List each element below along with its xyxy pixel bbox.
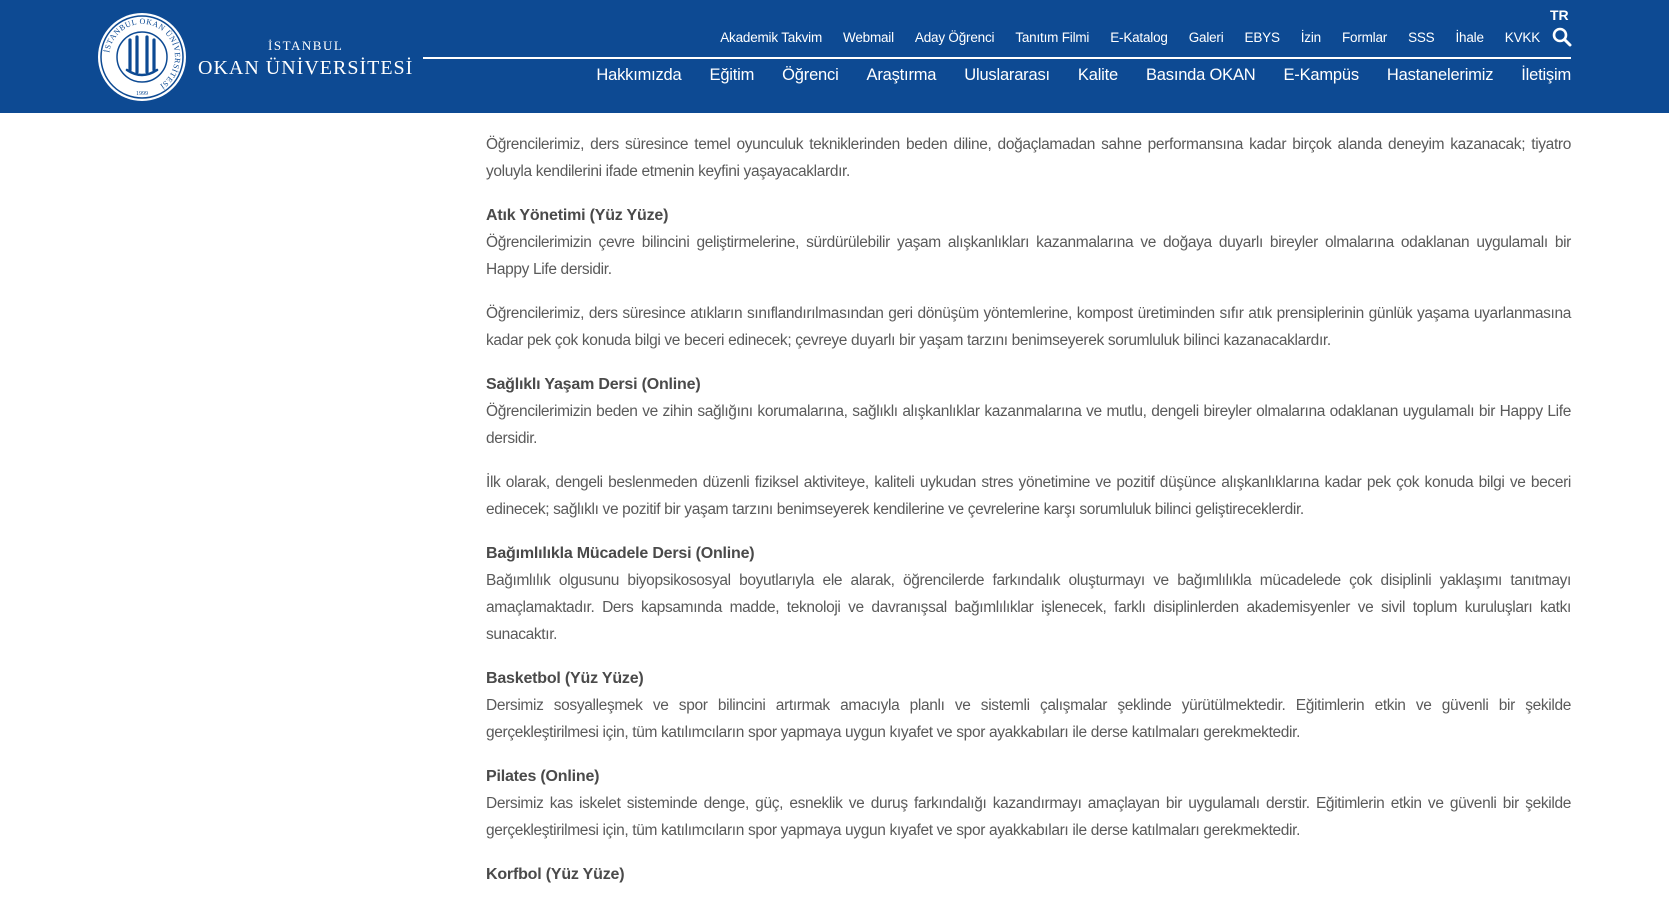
main-nav-hastanelerimiz[interactable]: Hastanelerimiz [1387,64,1494,86]
course-paragraph: Öğrencilerimiz, ders süresince atıkların… [486,305,1571,349]
language-switch[interactable]: TR [1550,7,1569,23]
logo-line-okan: OKAN ÜNİVERSİTESİ [198,57,414,79]
main-nav-iletisim[interactable]: İletişim [1521,64,1571,86]
main-nav-basinda-okan[interactable]: Basında OKAN [1146,64,1256,86]
course-title: Pilates (Online) [486,768,600,785]
course-paragraph: Dersimiz kas iskelet sisteminde denge, g… [486,795,1571,839]
top-nav-tanitim-filmi[interactable]: Tanıtım Filmi [1015,29,1089,47]
main-nav-egitim[interactable]: Eğitim [710,64,755,86]
header-divider [423,57,1571,59]
main-nav-kalite[interactable]: Kalite [1078,64,1118,86]
main-nav-hakkimizda[interactable]: Hakkımızda [596,64,681,86]
course-title: Atık Yönetimi (Yüz Yüze) [486,207,669,224]
top-nav-ihale[interactable]: İhale [1456,29,1484,47]
top-nav-ebys[interactable]: EBYS [1245,29,1280,47]
course-paragraph: Öğrencilerimizin çevre bilincini gelişti… [486,234,1571,278]
course-title: Basketbol (Yüz Yüze) [486,670,644,687]
search-icon[interactable] [1552,27,1572,47]
main-nav-ogrenci[interactable]: Öğrenci [782,64,839,86]
course-content: Öğrencilerimiz, ders süresince temel oyu… [486,131,1571,905]
university-seal-icon[interactable]: İSTANBUL OKAN ÜNİVERSİTESİ 1999 [97,12,187,102]
intro-paragraph: Öğrencilerimiz, ders süresince temel oyu… [486,136,1571,180]
course-pilates: Pilates (Online) Dersimiz kas iskelet si… [486,763,1571,844]
university-logo-text[interactable]: İSTANBUL OKAN ÜNİVERSİTESİ [198,38,413,80]
top-nav-sss[interactable]: SSS [1408,29,1435,47]
course-paragraph: Öğrencilerimizin beden ve zihin sağlığın… [486,403,1571,447]
top-nav-webmail[interactable]: Webmail [843,29,894,47]
seal-year: 1999 [136,91,148,97]
course-paragraph: İlk olarak, dengeli beslenmeden düzenli … [486,474,1571,518]
course-title: Sağlıklı Yaşam Dersi (Online) [486,376,701,393]
main-nav-e-kampus[interactable]: E-Kampüs [1283,64,1359,86]
top-nav-galeri[interactable]: Galeri [1189,29,1224,47]
course-saglikli-yasam: Sağlıklı Yaşam Dersi (Online) Öğrenciler… [486,371,1571,452]
course-bagimlilik: Bağımlılıkla Mücadele Dersi (Online) Bağ… [486,540,1571,648]
course-title: Korfbol (Yüz Yüze) [486,866,625,883]
top-nav-akademik-takvim[interactable]: Akademik Takvim [720,29,822,47]
top-nav-aday-ogrenci[interactable]: Aday Öğrenci [915,29,995,47]
top-nav-formlar[interactable]: Formlar [1342,29,1387,47]
logo-line-istanbul: İSTANBUL [268,38,344,53]
course-title: Bağımlılıkla Mücadele Dersi (Online) [486,545,755,562]
course-korfbol: Korfbol (Yüz Yüze) [486,861,1571,888]
course-paragraph: Bağımlılık olgusunu biyopsikososyal boyu… [486,572,1571,643]
course-basketbol: Basketbol (Yüz Yüze) Dersimiz sosyalleşm… [486,665,1571,746]
top-nav-izin[interactable]: İzin [1301,29,1321,47]
main-nav-arastirma[interactable]: Araştırma [867,64,937,86]
main-nav-uluslararasi[interactable]: Uluslararası [964,64,1050,86]
course-atik-yonetimi: Atık Yönetimi (Yüz Yüze) Öğrencilerimizi… [486,202,1571,283]
course-paragraph: Dersimiz sosyalleşmek ve spor bilincini … [486,697,1571,741]
top-utility-nav: Akademik Takvim Webmail Aday Öğrenci Tan… [699,29,1540,47]
main-nav: Hakkımızda Eğitim Öğrenci Araştırma Ulus… [568,64,1571,86]
site-header: İSTANBUL OKAN ÜNİVERSİTESİ 1999 İSTANBUL… [0,0,1669,113]
top-nav-kvkk[interactable]: KVKK [1505,29,1540,47]
top-nav-e-katalog[interactable]: E-Katalog [1110,29,1168,47]
